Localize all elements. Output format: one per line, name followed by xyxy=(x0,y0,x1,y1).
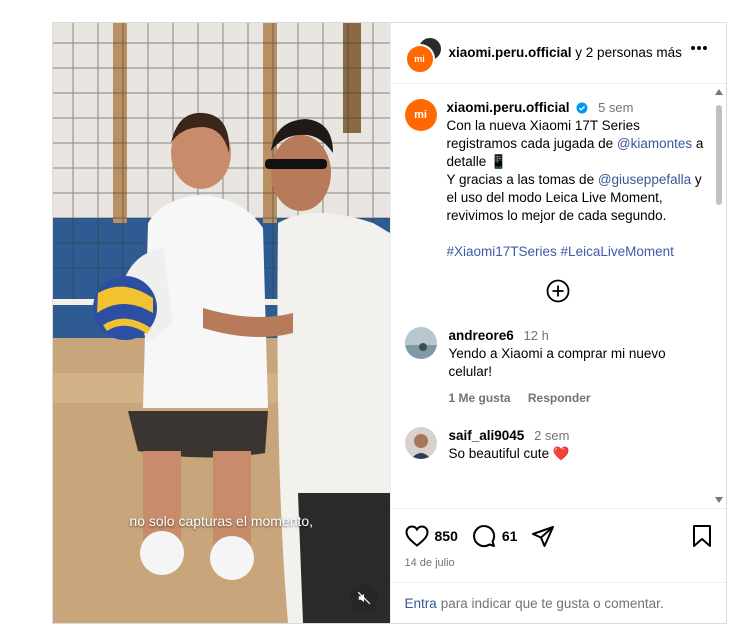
comment-text: Yendo a Xiaomi a comprar mi nuevo celula… xyxy=(448,346,666,379)
load-more-comments-button[interactable] xyxy=(391,279,727,303)
share-icon[interactable] xyxy=(531,524,555,548)
mention-link[interactable]: @kiamontes xyxy=(617,136,692,151)
post-container: no solo capturas el momento, mi xiaomi.p… xyxy=(52,22,727,624)
comment-time[interactable]: 2 sem xyxy=(534,428,569,443)
comment-item: andreore6 12 h Yendo a Xiaomi a comprar … xyxy=(391,327,727,407)
login-link[interactable]: Entra xyxy=(405,596,437,611)
post-date[interactable]: 14 de julio xyxy=(391,549,727,569)
comment-time[interactable]: 12 h xyxy=(524,328,549,343)
mute-button[interactable] xyxy=(350,584,378,612)
mention-link[interactable]: @giuseppefalla xyxy=(598,172,691,187)
post-header: mi xiaomi.peru.official y 2 personas más xyxy=(390,23,726,84)
likes-count[interactable]: 850 xyxy=(435,528,458,544)
comments-count[interactable]: 61 xyxy=(502,528,518,544)
caption-username[interactable]: xiaomi.peru.official xyxy=(447,100,570,115)
heart-icon[interactable] xyxy=(404,525,429,547)
plus-circle-icon xyxy=(546,279,570,303)
video-frame xyxy=(53,23,390,623)
comment-item: saif_ali9045 2 sem So beautiful cute ❤️ xyxy=(391,427,727,463)
avatar[interactable] xyxy=(404,327,437,359)
comments-scroll-area[interactable]: mi xiaomi.peru.official 5 sem Con la nue… xyxy=(391,85,727,507)
header-suffix: y 2 personas más xyxy=(575,45,682,60)
caption-text-1: Con la nueva Xiaomi 17T Series registram… xyxy=(446,118,640,151)
xiaomi-logo-icon[interactable]: mi xyxy=(404,99,437,131)
speaker-muted-icon xyxy=(357,591,371,605)
comment-icon[interactable] xyxy=(472,524,496,548)
post-video[interactable]: no solo capturas el momento, xyxy=(53,23,390,623)
caption-time[interactable]: 5 sem xyxy=(598,100,633,115)
caption-text-3: Y gracias a las tomas de xyxy=(446,172,598,187)
header-account[interactable]: xiaomi.peru.official xyxy=(449,45,572,60)
xiaomi-logo-icon: mi xyxy=(404,44,435,74)
hashtags[interactable]: #Xiaomi17TSeries #LeicaLiveMoment xyxy=(447,244,674,259)
video-subtitle: no solo capturas el momento, xyxy=(129,513,314,529)
comment-likes[interactable]: 1 Me gusta xyxy=(449,391,511,405)
comment-username[interactable]: saif_ali9045 xyxy=(449,428,525,443)
avatar[interactable] xyxy=(404,427,437,459)
bookmark-icon[interactable] xyxy=(692,524,712,548)
scrollbar[interactable] xyxy=(715,89,723,503)
post-side-panel: mi xiaomi.peru.official y 2 personas más… xyxy=(389,23,727,623)
comment-text: So beautiful cute ❤️ xyxy=(448,446,570,461)
collab-avatars[interactable]: mi xyxy=(404,36,443,74)
reply-button[interactable]: Responder xyxy=(528,391,591,405)
post-caption: mi xiaomi.peru.official 5 sem Con la nue… xyxy=(391,85,727,261)
post-header-title[interactable]: xiaomi.peru.official y 2 personas más xyxy=(449,44,689,62)
more-options-icon[interactable] xyxy=(690,45,708,51)
comment-username[interactable]: andreore6 xyxy=(449,328,514,343)
login-prompt-text: para indicar que te gusta o comentar. xyxy=(440,595,664,611)
verified-badge-icon xyxy=(576,102,588,114)
login-prompt: Entra para indicar que te gusta o coment… xyxy=(390,582,726,623)
